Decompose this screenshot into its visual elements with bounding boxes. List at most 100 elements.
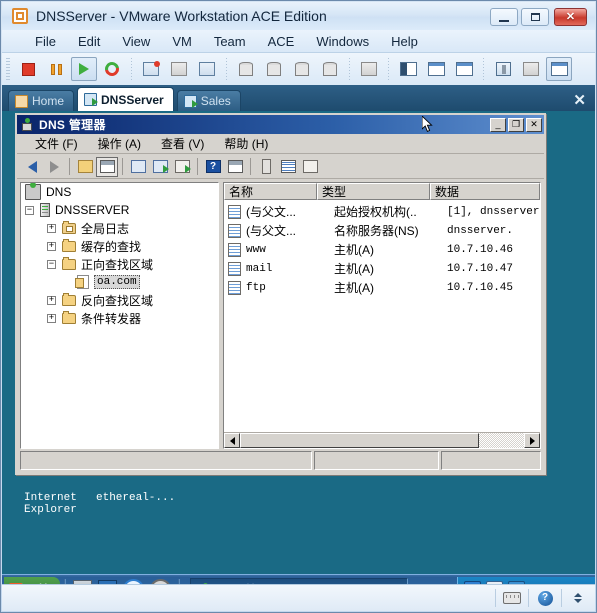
guest-desktop[interactable]: Internet Explorer ethereal-... DNS 管理器 _… [2, 111, 595, 603]
dns-window-titlebar[interactable]: DNS 管理器 _ ❐ ✕ [17, 115, 544, 134]
toolbar-grip[interactable] [6, 58, 10, 80]
menu-help[interactable]: Help [380, 32, 429, 51]
column-header-name[interactable]: 名称 [224, 183, 317, 200]
refresh-button[interactable] [149, 157, 171, 177]
settings-button[interactable] [490, 57, 516, 81]
expand-expander[interactable]: + [47, 241, 56, 251]
menu-file[interactable]: File [24, 32, 67, 51]
scrollbar-track[interactable] [240, 433, 524, 448]
table-row[interactable]: (与父文... 名称服务器(NS) dnsserver. [224, 221, 540, 240]
copy-button[interactable] [299, 157, 321, 177]
expand-expander[interactable]: + [47, 295, 56, 305]
keyboard-status-button[interactable] [501, 588, 523, 608]
cell-type: 主机(A) [334, 281, 374, 295]
table-row[interactable]: (与父文... 起始授权机构(.. [1], dnsserver., ho [224, 202, 540, 221]
menu-team[interactable]: Team [203, 32, 257, 51]
tab-sales[interactable]: Sales [176, 90, 241, 111]
forward-button[interactable] [43, 157, 65, 177]
new-zone-icon [280, 160, 296, 173]
reset-button[interactable] [99, 57, 125, 81]
menu-windows[interactable]: Windows [305, 32, 380, 51]
tab-home[interactable]: Home [8, 90, 75, 111]
usb-button[interactable] [317, 57, 343, 81]
tree-item-dnsserver[interactable]: − DNSSERVER [21, 201, 218, 219]
console-button[interactable] [224, 157, 246, 177]
power-on-button[interactable] [71, 57, 97, 81]
table-row[interactable]: mail 主机(A) 10.7.10.47 [224, 259, 540, 278]
snapshot-manager-button[interactable] [194, 57, 220, 81]
summary-button[interactable] [518, 57, 544, 81]
scroll-left-button[interactable] [224, 433, 240, 448]
help-status-button[interactable]: ? [534, 588, 556, 608]
help-button[interactable]: ? [202, 157, 224, 177]
desktop-icon-internet-explorer[interactable]: Internet Explorer [24, 492, 94, 516]
dns-close-button[interactable]: ✕ [526, 117, 542, 132]
collapse-expander[interactable]: − [25, 205, 34, 215]
tab-dnsserver-label: DNSServer [101, 92, 164, 107]
dns-list-pane[interactable]: 名称 类型 数据 (与父文... 起始授权机构(.. [1], dnsserve… [223, 182, 541, 449]
tree-item-forward-lookup-zones[interactable]: − 正向查找区域 [21, 255, 218, 273]
dns-menu-help[interactable]: 帮助 (H) [214, 134, 278, 153]
dns-menu-file[interactable]: 文件 (F) [25, 134, 88, 153]
suspend-button[interactable] [43, 57, 69, 81]
back-button[interactable] [21, 157, 43, 177]
desktop-icon-ethereal[interactable]: ethereal-... [96, 492, 176, 504]
status-pane-2 [314, 451, 439, 470]
tree-item-oa-com[interactable]: oa.com [21, 273, 218, 291]
close-button[interactable]: ✕ [554, 8, 587, 26]
maximize-button[interactable] [521, 8, 549, 26]
status-pane-1 [20, 451, 312, 470]
console-button[interactable] [546, 57, 572, 81]
dns-minimize-button[interactable]: _ [490, 117, 506, 132]
expand-expander[interactable]: + [47, 313, 56, 323]
menu-view[interactable]: View [111, 32, 161, 51]
minimize-button[interactable] [490, 8, 518, 26]
spinner-status-button[interactable] [567, 588, 589, 608]
package-button[interactable] [289, 57, 315, 81]
take-snapshot-button[interactable] [138, 57, 164, 81]
tree-item-cached-lookups[interactable]: + 缓存的查找 [21, 237, 218, 255]
scrollbar-thumb[interactable] [240, 433, 479, 448]
sidebar-button[interactable] [395, 57, 421, 81]
tab-dnsserver[interactable]: DNSServer [77, 87, 174, 111]
column-header-data[interactable]: 数据 [430, 183, 540, 200]
tree-item-label: DNS [46, 185, 72, 199]
dns-maximize-button[interactable]: ❐ [508, 117, 524, 132]
dns-menu-action[interactable]: 操作 (A) [88, 134, 151, 153]
new-zone-button[interactable] [277, 157, 299, 177]
table-row[interactable]: www 主机(A) 10.7.10.46 [224, 240, 540, 259]
record-icon [228, 242, 241, 257]
collapse-expander[interactable]: − [47, 259, 56, 269]
clone-alt-button[interactable] [261, 57, 287, 81]
power-off-button[interactable] [15, 57, 41, 81]
menu-vm[interactable]: VM [161, 32, 203, 51]
clone-button[interactable] [233, 57, 259, 81]
dns-menu-view[interactable]: 查看 (V) [151, 134, 214, 153]
horizontal-scrollbar[interactable] [224, 432, 540, 448]
folder-icon [62, 292, 76, 306]
menu-edit[interactable]: Edit [67, 32, 111, 51]
close-tab-icon[interactable]: ✕ [573, 93, 586, 108]
fit-guest-button[interactable] [423, 57, 449, 81]
scroll-right-button[interactable] [524, 433, 540, 448]
tree-item-dns[interactable]: DNS [21, 183, 218, 201]
column-header-type[interactable]: 类型 [317, 183, 430, 200]
up-one-level-button[interactable] [74, 157, 96, 177]
dns-tree-pane[interactable]: DNS − DNSSERVER + 全局日志 + 缓存的查找 − 正向查找区域 … [20, 182, 219, 449]
tree-item-label: 条件转发器 [81, 311, 142, 326]
tree-item-conditional-forwarders[interactable]: + 条件转发器 [21, 309, 218, 327]
new-server-button[interactable] [255, 157, 277, 177]
tree-item-reverse-lookup-zones[interactable]: + 反向查找区域 [21, 291, 218, 309]
tree-item-global-logs[interactable]: + 全局日志 [21, 219, 218, 237]
export-list-button[interactable] [171, 157, 193, 177]
menu-ace[interactable]: ACE [257, 32, 306, 51]
revert-snapshot-button[interactable] [166, 57, 192, 81]
properties-button[interactable] [127, 157, 149, 177]
expand-expander[interactable]: + [47, 223, 56, 233]
fullscreen-button[interactable] [451, 57, 477, 81]
capture-button[interactable] [356, 57, 382, 81]
dns-root-icon [25, 183, 41, 200]
table-row[interactable]: ftp 主机(A) 10.7.10.45 [224, 278, 540, 297]
show-hide-tree-button[interactable] [96, 156, 118, 177]
log-folder-icon [62, 220, 76, 234]
